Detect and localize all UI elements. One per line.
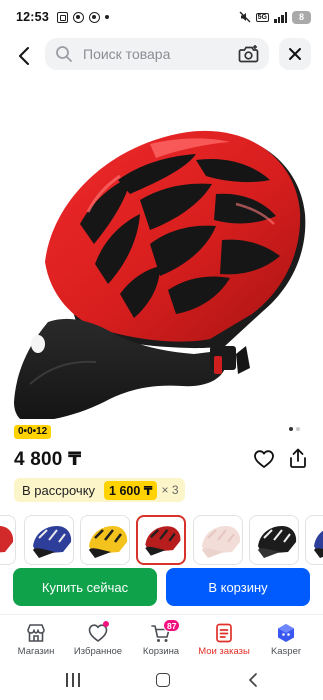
notification-icons (56, 11, 109, 23)
installment-times: × 3 (161, 483, 179, 497)
nav-label: Мои заказы (198, 646, 250, 657)
installment-amount: 1 600 ₸ (104, 480, 158, 500)
variant-thumbnail-red-selected[interactable] (136, 515, 186, 565)
nav-label: Избранное (73, 646, 123, 657)
mute-icon (239, 11, 251, 23)
variant-thumbnail[interactable] (0, 515, 16, 565)
timer-badge: 0•0•12 (14, 425, 52, 439)
ring-app-icon (88, 11, 100, 23)
nav-item-store[interactable]: Магазин (4, 615, 68, 663)
system-navigation-bar (0, 664, 323, 700)
more-notifications-icon (104, 15, 109, 19)
status-time: 12:53 (16, 10, 49, 24)
variant-thumbnail-blue[interactable] (24, 515, 74, 565)
nav-item-kasper[interactable]: Kasper (254, 615, 318, 663)
cart-count-badge: 87 (163, 619, 181, 632)
add-to-cart-button[interactable]: В корзину (166, 568, 310, 606)
search-placeholder: Поиск товара (83, 46, 171, 62)
system-status-icons: 5G 8 (239, 10, 311, 24)
gallery-indicator (289, 427, 300, 431)
search-header: Поиск товара (0, 34, 323, 78)
variant-thumbnail-black[interactable] (249, 515, 299, 565)
gallery-dot (296, 427, 300, 431)
gallery-dot-active (289, 427, 293, 431)
product-image-helmet (14, 130, 306, 419)
buy-now-button[interactable]: Купить сейчас (13, 568, 157, 606)
nav-label: Kasper (270, 646, 302, 657)
variant-thumbnails (0, 515, 323, 565)
kasper-icon (278, 624, 294, 642)
chevron-left-icon (19, 47, 29, 65)
network-type: 5G (255, 12, 269, 22)
back-button[interactable] (12, 42, 36, 70)
product-image-gallery[interactable] (0, 84, 323, 419)
ring-app-icon (72, 11, 84, 23)
status-bar: 12:53 5G 8 (0, 0, 323, 34)
installment-offer[interactable]: В рассрочку 1 600 ₸ × 3 (14, 478, 185, 502)
variant-thumbnail[interactable] (305, 515, 323, 565)
bottom-navigation: Магазин Избранное 87 Корзина Мои заказы … (0, 614, 323, 662)
favorite-heart-icon[interactable] (253, 449, 275, 469)
camera-search-icon[interactable] (238, 44, 260, 64)
nav-label: Магазин (17, 646, 55, 657)
nav-label: Корзина (142, 646, 180, 657)
search-icon (56, 46, 72, 62)
installment-label: В рассрочку (22, 482, 96, 498)
variant-thumbnail-pink[interactable] (193, 515, 243, 565)
favorites-indicator-dot (103, 621, 109, 627)
product-price: 4 800 ₸ (14, 449, 82, 470)
system-back-button[interactable] (246, 673, 260, 687)
share-icon[interactable] (287, 447, 309, 469)
nav-item-orders[interactable]: Мои заказы (192, 615, 256, 663)
signal-icon (274, 11, 287, 23)
close-button[interactable] (279, 38, 311, 70)
home-button[interactable] (156, 673, 170, 687)
battery-icon: 8 (292, 10, 311, 24)
close-icon (289, 48, 301, 60)
nav-item-favorites[interactable]: Избранное (66, 615, 130, 663)
orders-icon (216, 623, 232, 643)
search-input[interactable]: Поиск товара (45, 38, 269, 70)
variant-thumbnail-yellow[interactable] (80, 515, 130, 565)
store-icon (27, 624, 45, 642)
recent-apps-button[interactable] (66, 673, 80, 687)
nav-item-cart[interactable]: 87 Корзина (129, 615, 193, 663)
screenshot-icon (56, 11, 68, 23)
